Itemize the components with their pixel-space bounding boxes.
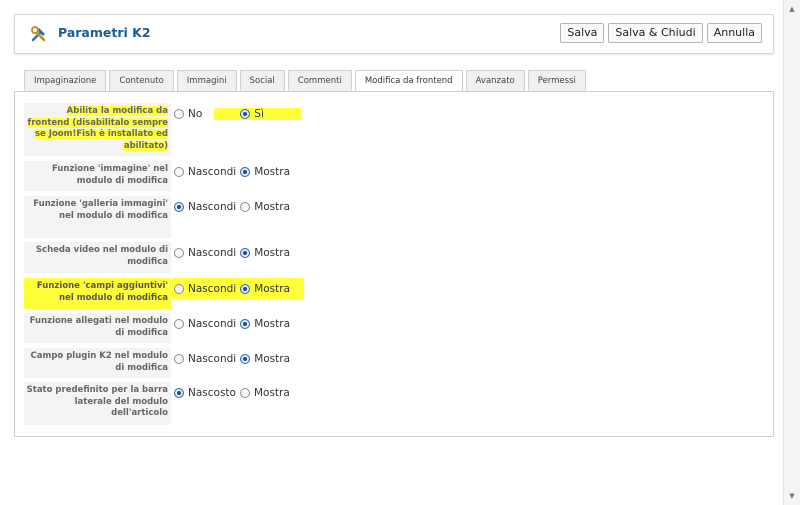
- toolbar: Salva Salva & Chiudi Annulla: [560, 23, 762, 43]
- tab-modifica-da-frontend[interactable]: Modifica da frontend: [354, 70, 463, 92]
- option-nascondi[interactable]: Nascondi: [174, 166, 238, 178]
- setting-label: Scheda video nel modulo di modifica: [24, 242, 171, 273]
- tab-avanzato[interactable]: Avanzato: [465, 70, 525, 91]
- radio-button[interactable]: [174, 353, 184, 364]
- radio-button[interactable]: [174, 318, 184, 329]
- setting-options: Nascosto Mostra: [174, 382, 294, 403]
- radio-button[interactable]: [174, 387, 184, 398]
- setting-row: Stato predefinito per la barra laterale …: [24, 382, 766, 425]
- option-nascondi[interactable]: Nascondi: [174, 353, 238, 365]
- radio-button[interactable]: [174, 247, 184, 258]
- radio-button[interactable]: [240, 108, 251, 119]
- radio-button[interactable]: [174, 108, 184, 119]
- radio-button[interactable]: [174, 166, 184, 177]
- radio-button[interactable]: [240, 353, 251, 364]
- radio-button[interactable]: [240, 318, 251, 329]
- tab-bar: Impaginazione Contenuto Immagini Social …: [24, 70, 589, 92]
- option-nascondi[interactable]: Nascondi: [174, 283, 238, 295]
- setting-row: Funzione 'galleria immagini' nel modulo …: [24, 196, 766, 238]
- setting-options: Nascondi Mostra: [174, 313, 294, 334]
- option-no[interactable]: No: [174, 108, 204, 120]
- settings-panel: Abilita la modifica da frontend (disabil…: [14, 91, 774, 437]
- tab-immagini[interactable]: Immagini: [176, 70, 237, 91]
- setting-label: Campo plugin K2 nel modulo di modifica: [24, 348, 171, 378]
- save-button[interactable]: Salva: [560, 23, 605, 43]
- tab-permessi[interactable]: Permessi: [527, 70, 586, 91]
- setting-label: Abilita la modifica da frontend (disabil…: [24, 103, 171, 156]
- setting-options: Nascondi Mostra: [174, 348, 294, 369]
- setting-label: Funzione 'galleria immagini' nel modulo …: [24, 196, 171, 238]
- scroll-up-icon[interactable]: ▲: [784, 2, 800, 16]
- radio-button[interactable]: [240, 283, 251, 294]
- option-mostra[interactable]: Mostra: [240, 283, 292, 295]
- page-header: Parametri K2 Salva Salva & Chiudi Annull…: [14, 14, 774, 54]
- setting-options: Nascondi Mostra: [174, 196, 294, 217]
- radio-button[interactable]: [240, 166, 251, 177]
- setting-row: Abilita la modifica da frontend (disabil…: [24, 103, 766, 156]
- option-mostra[interactable]: Mostra: [240, 166, 292, 178]
- option-nascondi[interactable]: Nascondi: [174, 247, 238, 259]
- radio-button[interactable]: [174, 283, 184, 294]
- option-mostra[interactable]: Mostra: [240, 318, 292, 330]
- radio-button[interactable]: [240, 247, 251, 258]
- option-mostra[interactable]: Mostra: [240, 353, 292, 365]
- option-si[interactable]: Sì: [214, 107, 302, 120]
- setting-row: Campo plugin K2 nel modulo di modifica N…: [24, 348, 766, 378]
- tab-impaginazione[interactable]: Impaginazione: [24, 70, 107, 91]
- tab-social[interactable]: Social: [239, 70, 285, 91]
- radio-button[interactable]: [174, 201, 184, 212]
- setting-label: Funzione 'campi aggiuntivi' nel modulo d…: [24, 278, 171, 309]
- option-mostra[interactable]: Mostra: [239, 387, 292, 399]
- setting-label: Stato predefinito per la barra laterale …: [24, 382, 171, 425]
- tab-contenuto[interactable]: Contenuto: [109, 70, 174, 91]
- setting-options: Nascondi Mostra: [174, 242, 294, 263]
- radio-button[interactable]: [239, 387, 250, 398]
- vertical-scrollbar[interactable]: ▲ ▼: [783, 0, 800, 505]
- setting-options: No Sì: [174, 103, 304, 124]
- option-mostra[interactable]: Mostra: [240, 201, 292, 213]
- option-nascondi[interactable]: Nascondi: [174, 201, 238, 213]
- tools-icon: [31, 26, 46, 42]
- setting-row: Funzione 'campi aggiuntivi' nel modulo d…: [24, 278, 766, 309]
- tab-commenti[interactable]: Commenti: [287, 70, 352, 91]
- save-and-close-button[interactable]: Salva & Chiudi: [608, 23, 703, 43]
- setting-options: Nascondi Mostra: [174, 161, 294, 182]
- radio-button[interactable]: [240, 201, 251, 212]
- option-mostra[interactable]: Mostra: [240, 247, 292, 259]
- scroll-down-icon[interactable]: ▼: [784, 489, 800, 503]
- setting-row: Funzione allegati nel modulo di modifica…: [24, 313, 766, 343]
- setting-options: Nascondi Mostra: [172, 278, 305, 299]
- setting-label: Funzione 'immagine' nel modulo di modifi…: [24, 161, 171, 191]
- option-nascondi[interactable]: Nascondi: [174, 318, 238, 330]
- page-title: Parametri K2: [58, 25, 151, 40]
- setting-label: Funzione allegati nel modulo di modifica: [24, 313, 171, 343]
- setting-row: Funzione 'immagine' nel modulo di modifi…: [24, 161, 766, 191]
- setting-row: Scheda video nel modulo di modifica Nasc…: [24, 242, 766, 273]
- cancel-button[interactable]: Annulla: [706, 23, 762, 43]
- option-nascosto[interactable]: Nascosto: [174, 387, 238, 399]
